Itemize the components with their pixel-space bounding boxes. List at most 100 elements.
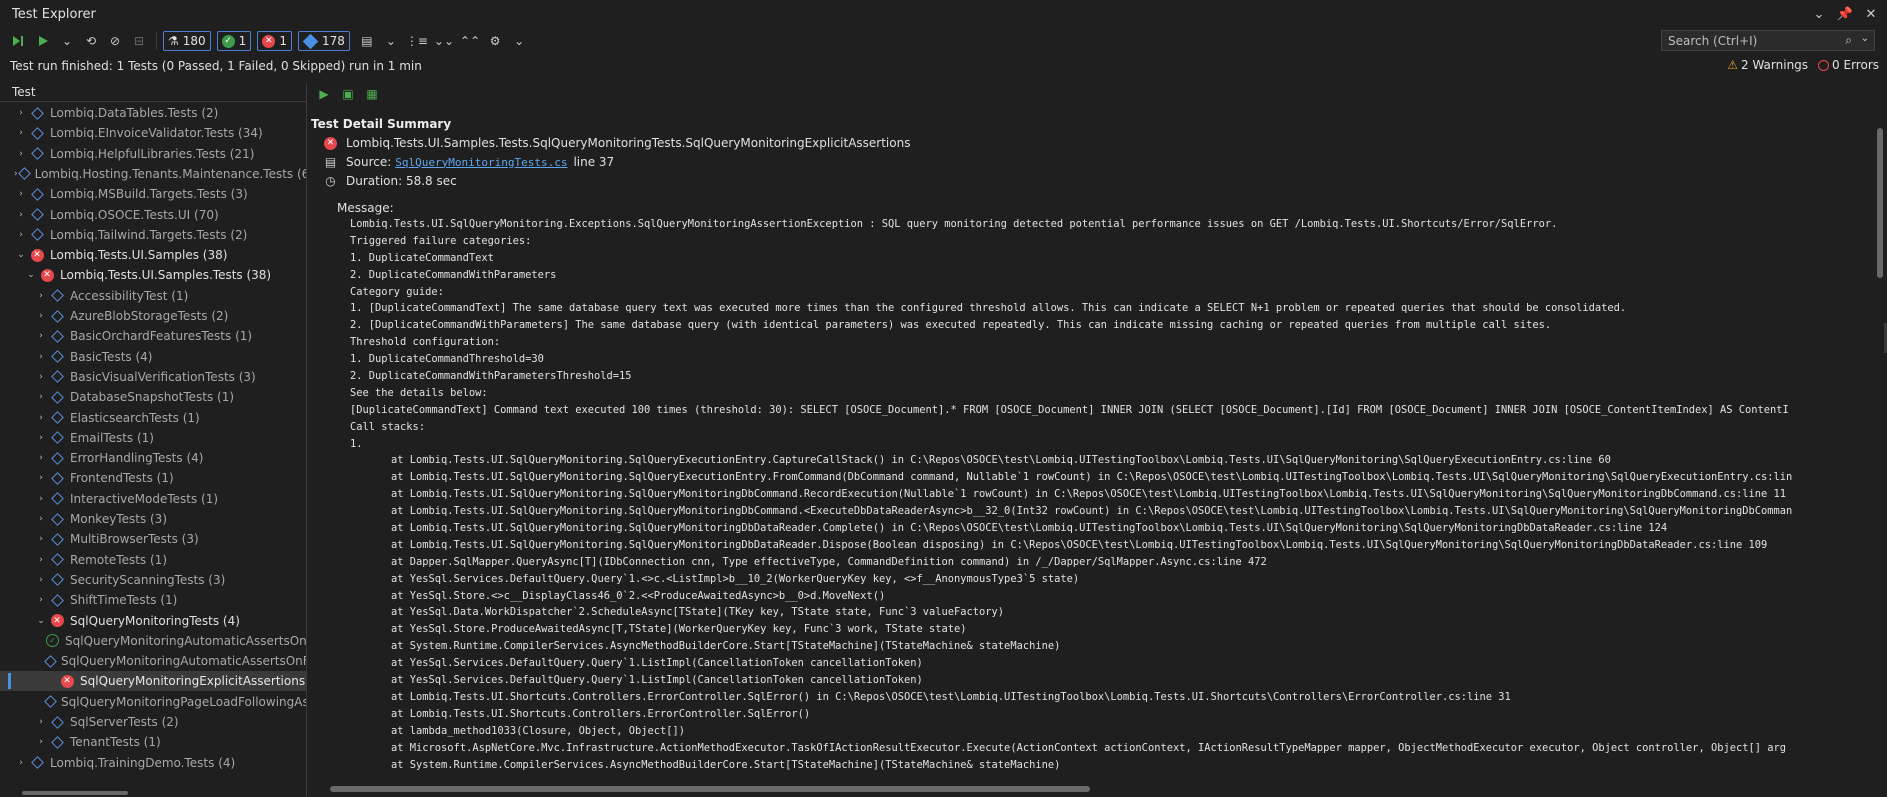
settings-dropdown-icon[interactable]: ⌄ [508,30,530,52]
chevron-down-icon[interactable]: ⌄ [34,616,48,626]
tree-item[interactable]: › SqlServerTests (2) [0,712,306,732]
tree-item[interactable]: › Lombiq.EInvoiceValidator.Tests (34) [0,123,306,143]
debug-test-icon[interactable]: ▣ [340,86,356,102]
passed-tests-filter[interactable]: ✓ 1 [216,31,252,51]
chevron-right-icon[interactable]: › [34,433,48,443]
search-icon[interactable]: ⌕ [1845,33,1852,48]
chevron-right-icon[interactable]: › [14,189,28,199]
collapse-all-icon[interactable]: ⌃⌃ [458,30,482,52]
tree-item[interactable]: › FrontendTests (1) [0,468,306,488]
pin-icon[interactable]: 📌 [1835,4,1855,24]
expand-all-icon[interactable]: ⌄⌄ [432,30,456,52]
tree-item-label: InteractiveModeTests (1) [70,491,219,506]
tree-item[interactable]: › InteractiveModeTests (1) [0,489,306,509]
run-button[interactable] [32,30,54,52]
repeat-run-icon[interactable]: ⟲ [80,30,102,52]
source-file-link[interactable]: SqlQueryMonitoringTests.cs [395,156,567,169]
total-tests-filter[interactable]: ⚗ 180 [163,31,211,51]
tree-item[interactable]: › MonkeyTests (3) [0,509,306,529]
chevron-right-icon[interactable]: › [34,311,48,321]
tree-item[interactable]: SqlQueryMonitoringPageLoadFollowingAs [0,692,306,712]
chevron-right-icon[interactable]: › [34,352,48,362]
tree-item[interactable]: › Lombiq.TrainingDemo.Tests (4) [0,753,306,773]
message-text[interactable]: Lombiq.Tests.UI.SqlQueryMonitoring.Excep… [350,216,1870,776]
settings-icon[interactable]: ⚙ [484,30,506,52]
not-run-tests-filter[interactable]: 178 [297,31,350,51]
tree-item[interactable]: SqlQueryMonitoringAutomaticAssertsOnF [0,651,306,671]
errors-indicator[interactable]: 0 Errors [1818,58,1879,72]
group-by-icon[interactable]: ⋮≡ [404,30,430,52]
detail-horizontal-scrollbar[interactable] [330,786,1090,792]
tree-item[interactable]: ⌄ ✕ Lombiq.Tests.UI.Samples (38) [0,245,306,265]
tree-item[interactable]: › Lombiq.Hosting.Tenants.Maintenance.Test… [0,164,306,184]
chevron-right-icon[interactable]: › [14,169,18,179]
tree-item[interactable]: › AccessibilityTest (1) [0,286,306,306]
run-dropdown-icon[interactable]: ⌄ [56,30,78,52]
tree-item[interactable]: ✕ SqlQueryMonitoringExplicitAssertions [0,671,306,692]
close-icon[interactable]: ✕ [1861,4,1881,24]
tree-column-header[interactable]: Test [0,83,306,102]
chevron-right-icon[interactable]: › [34,555,48,565]
dropdown-icon[interactable]: ⌄ [1809,4,1829,24]
chevron-right-icon[interactable]: › [34,737,48,747]
chevron-right-icon[interactable]: › [14,758,28,768]
failed-tests-filter[interactable]: ✕ 1 [257,31,292,51]
chevron-right-icon[interactable]: › [34,453,48,463]
tree-item[interactable]: › Lombiq.MSBuild.Targets.Tests (3) [0,184,306,204]
tree-item[interactable]: › Lombiq.Tailwind.Targets.Tests (2) [0,225,306,245]
tree-item[interactable]: › Lombiq.DataTables.Tests (2) [0,103,306,123]
chevron-right-icon[interactable]: › [34,494,48,504]
chevron-right-icon[interactable]: › [14,210,28,220]
chevron-right-icon[interactable]: › [34,575,48,585]
debug-icon[interactable]: ⊘ [104,30,126,52]
tree-item[interactable]: › EmailTests (1) [0,428,306,448]
open-test-icon[interactable]: ▦ [364,86,380,102]
tree-item[interactable]: › ElasticsearchTests (1) [0,408,306,428]
chevron-right-icon[interactable]: › [34,372,48,382]
chevron-right-icon[interactable]: › [34,534,48,544]
tree-item[interactable]: › BasicVisualVerificationTests (3) [0,367,306,387]
chevron-right-icon[interactable]: › [34,331,48,341]
search-input[interactable] [1668,33,1828,48]
chevron-right-icon[interactable]: › [14,149,28,159]
warnings-indicator[interactable]: ⚠ 2 Warnings [1727,58,1808,72]
tree-horizontal-scrollbar[interactable] [22,791,128,795]
playlist-dropdown-icon[interactable]: ⌄ [380,30,402,52]
tree-item[interactable]: › ErrorHandlingTests (4) [0,448,306,468]
run-all-button[interactable] [8,30,30,52]
chevron-right-icon[interactable]: › [14,230,28,240]
chevron-right-icon[interactable]: › [14,128,28,138]
message-line: Call stacks: [350,420,426,433]
tree-item[interactable]: › Lombiq.OSOCE.Tests.UI (70) [0,205,306,225]
tree-item[interactable]: › BasicTests (4) [0,347,306,367]
detail-vertical-scrollbar[interactable] [1877,128,1883,278]
run-test-icon[interactable]: ▶ [316,86,332,102]
tree-item[interactable]: › BasicOrchardFeaturesTests (1) [0,326,306,346]
tree-item[interactable]: › SecurityScanningTests (3) [0,570,306,590]
chevron-right-icon[interactable]: › [34,291,48,301]
not-run-status-icon-glyph [30,208,44,221]
tree-item[interactable]: ✓ SqlQueryMonitoringAutomaticAssertsOnF [0,631,306,651]
search-dropdown-icon[interactable]: ⌄ [1861,33,1869,44]
chevron-right-icon[interactable]: › [34,413,48,423]
tree-item[interactable]: › Lombiq.HelpfulLibraries.Tests (21) [0,144,306,164]
tree-item[interactable]: › AzureBlobStorageTests (2) [0,306,306,326]
tree-item[interactable]: › TenantTests (1) [0,732,306,752]
chevron-right-icon[interactable]: › [34,717,48,727]
chevron-right-icon[interactable]: › [34,392,48,402]
chevron-down-icon[interactable]: ⌄ [24,270,38,280]
tree-item[interactable]: ⌄ ✕ SqlQueryMonitoringTests (4) [0,611,306,631]
playlist-icon[interactable]: ▤ [356,30,378,52]
cancel-icon[interactable]: ⊟ [128,30,150,52]
chevron-right-icon[interactable]: › [34,595,48,605]
error-icon [1818,59,1830,71]
tree-item[interactable]: › RemoteTests (1) [0,550,306,570]
chevron-down-icon[interactable]: ⌄ [14,250,28,260]
chevron-right-icon[interactable]: › [34,514,48,524]
tree-item[interactable]: › DatabaseSnapshotTests (1) [0,387,306,407]
chevron-right-icon[interactable]: › [34,473,48,483]
chevron-right-icon[interactable]: › [14,108,28,118]
tree-item[interactable]: ⌄ ✕ Lombiq.Tests.UI.Samples.Tests (38) [0,265,306,285]
tree-item[interactable]: › MultiBrowserTests (3) [0,529,306,549]
tree-item[interactable]: › ShiftTimeTests (1) [0,590,306,610]
